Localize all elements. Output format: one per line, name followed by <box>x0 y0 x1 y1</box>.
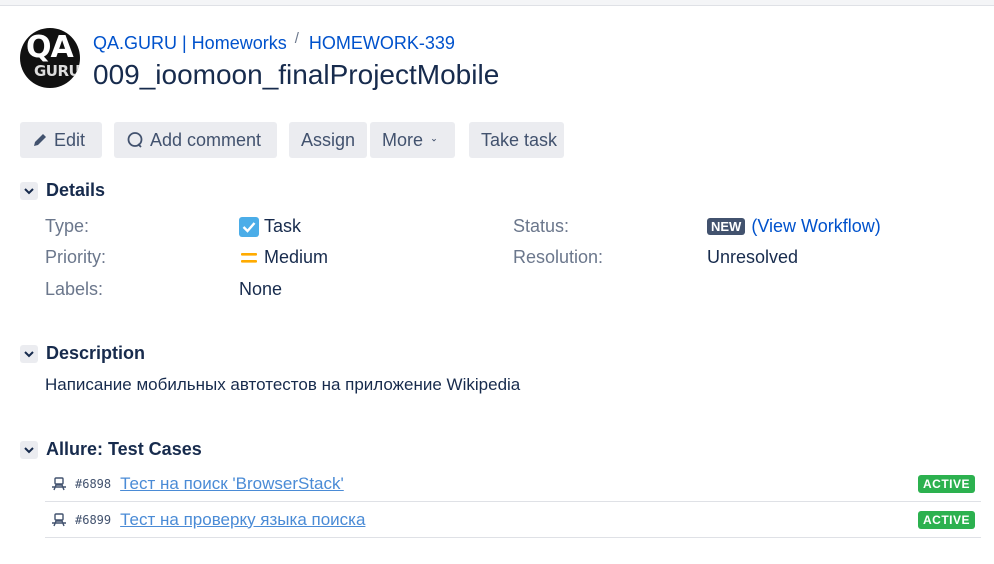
details-heading: Details <box>46 180 106 200</box>
logo-text-bottom: GURU <box>34 62 80 80</box>
status-value: NEW (View Workflow) <box>707 216 881 237</box>
test-case-id: #6898 <box>75 476 112 491</box>
type-value: Task <box>239 216 301 237</box>
assign-button[interactable]: Assign <box>289 122 367 158</box>
chevron-down-icon <box>431 138 437 142</box>
allure-heading: Allure: Test Cases <box>46 439 202 459</box>
priority-label: Priority: <box>45 247 107 267</box>
breadcrumb-issue-key-link[interactable]: HOMEWORK-339 <box>309 33 455 53</box>
status-label: Status: <box>513 216 570 236</box>
resolution-value: Unresolved <box>707 247 799 267</box>
labels-label: Labels: <box>45 279 104 299</box>
chevron-down-icon <box>20 181 38 200</box>
issue-title[interactable]: 009_ioomoon_finalProjectMobile <box>93 59 499 91</box>
status-badge: NEW <box>707 218 746 235</box>
breadcrumb-project-link[interactable]: QA.GURU | Homeworks <box>93 33 287 53</box>
description-text[interactable]: Написание мобильных автотестов на прилож… <box>45 375 520 395</box>
robot-icon <box>52 476 66 490</box>
take-task-button-label: Take task <box>481 129 558 150</box>
status-badge: ACTIVE <box>917 510 975 529</box>
breadcrumb: QA.GURU | Homeworks / HOMEWORK-339 <box>93 30 455 54</box>
labels-value: None <box>239 279 283 299</box>
chevron-down-icon <box>20 344 38 363</box>
add-comment-button[interactable]: Add comment <box>114 122 277 158</box>
assign-button-label: Assign <box>301 129 356 150</box>
comment-icon <box>127 132 143 148</box>
test-case-row: #6899 Тест на проверку языка поиска ACTI… <box>45 502 981 538</box>
details-section-toggle[interactable]: Details <box>20 180 105 201</box>
chevron-down-icon <box>20 440 38 459</box>
more-button-label: More <box>382 129 424 150</box>
take-task-button[interactable]: Take task <box>469 122 564 158</box>
workflow-paren-close: ) <box>874 216 881 236</box>
description-section-toggle[interactable]: Description <box>20 343 145 364</box>
description-heading: Description <box>46 343 146 363</box>
task-checkbox-icon <box>239 216 259 237</box>
priority-value: Medium <box>239 247 328 268</box>
resolution-label: Resolution: <box>513 247 604 267</box>
project-avatar[interactable]: QA GURU <box>20 28 80 88</box>
top-bar <box>0 0 994 6</box>
allure-section-toggle[interactable]: Allure: Test Cases <box>20 439 202 460</box>
type-label: Type: <box>45 216 90 236</box>
edit-button[interactable]: Edit <box>20 122 102 158</box>
test-case-row: #6898 Тест на поиск 'BrowserStack' ACTIV… <box>45 466 981 502</box>
pencil-icon <box>34 134 46 146</box>
test-case-link[interactable]: Тест на поиск 'BrowserStack' <box>120 474 344 494</box>
edit-button-label: Edit <box>54 129 86 150</box>
add-comment-button-label: Add comment <box>150 129 262 150</box>
priority-medium-icon <box>241 252 257 263</box>
test-case-link[interactable]: Тест на проверку языка поиска <box>120 510 365 530</box>
test-case-id: #6899 <box>75 512 112 527</box>
more-button[interactable]: More <box>370 122 455 158</box>
breadcrumb-separator: / <box>294 30 299 47</box>
status-badge: ACTIVE <box>917 474 975 493</box>
robot-icon <box>52 512 66 526</box>
view-workflow-link[interactable]: View Workflow <box>757 216 874 237</box>
logo-text-top: QA <box>26 30 74 65</box>
